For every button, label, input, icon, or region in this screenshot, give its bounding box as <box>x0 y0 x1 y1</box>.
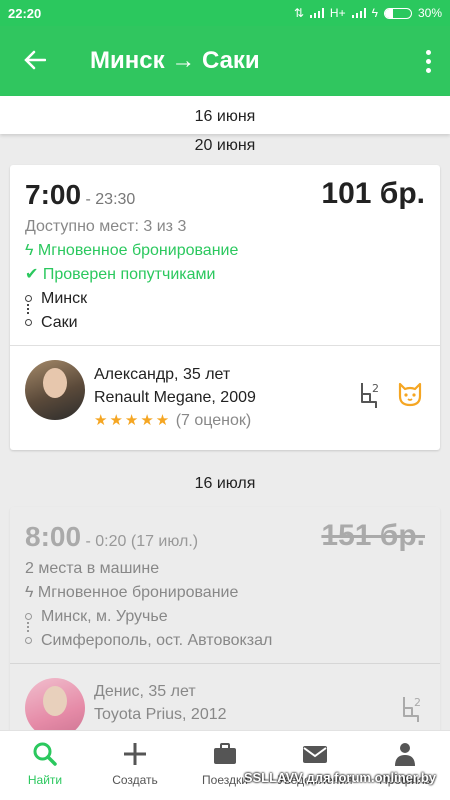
arrival-time: - 0:20 (17 июл.) <box>85 533 199 550</box>
status-bar: 22:20 ⇅ H+ ϟ 30% <box>0 0 450 26</box>
sticky-date-header: 16 июня <box>0 96 450 134</box>
data-arrows-icon: ⇅ <box>293 6 304 20</box>
person-icon <box>395 743 415 766</box>
departure-time: 7:00 <box>25 179 82 210</box>
svg-text:2: 2 <box>414 696 421 709</box>
battery-icon <box>383 7 412 19</box>
rating-stars: ★★★★★ <box>94 412 172 429</box>
seats-available: Доступно мест: 3 из 3 <box>25 218 187 235</box>
route-to-label: Симферополь, ост. Автовокзал <box>41 632 273 649</box>
route-to-label: Саки <box>41 314 78 331</box>
nav-profile[interactable]: Профиль <box>360 731 450 800</box>
section-date: 16 июля <box>194 475 256 492</box>
mail-icon <box>303 746 327 763</box>
nav-trips[interactable]: Поездки <box>180 731 270 800</box>
departure-time: 8:00 <box>25 521 82 552</box>
verified-label: Проверен попутчиками <box>42 266 216 283</box>
route-from-label: Минск <box>41 290 88 307</box>
nav-create-label: Создать <box>112 773 158 787</box>
overflow-menu-icon[interactable] <box>406 49 450 73</box>
watermark: SSLLAVV для forum.onliner.by <box>243 770 436 785</box>
instant-booking-label: Мгновенное бронирование <box>37 242 239 259</box>
trip-price: 151 бр. <box>321 519 425 552</box>
route-dot-icon <box>25 637 32 644</box>
nav-search[interactable]: Найти <box>0 731 90 800</box>
nav-search-label: Найти <box>27 773 63 787</box>
lightning-icon: ϟ <box>25 242 34 259</box>
app-bar: Минск → Саки <box>0 26 450 96</box>
route-from: Минск, м. Уручье <box>25 605 425 632</box>
svg-text:2: 2 <box>372 382 379 395</box>
search-icon <box>33 742 57 766</box>
bottom-navigation: Найти Создать Поездки Уведомления Профил… <box>0 730 450 800</box>
instant-booking-row: ϟ Мгновенное бронирование <box>25 239 425 263</box>
seats-info: 2 места в машине <box>25 560 160 577</box>
route-from-label: Минск, м. Уручье <box>41 608 168 625</box>
rating-count: (7 оценок) <box>175 412 252 429</box>
avatar <box>25 360 85 420</box>
nav-trips-label: Поездки <box>202 773 248 787</box>
instant-booking-label: Мгновенное бронирование <box>37 584 239 601</box>
status-time: 22:20 <box>8 5 42 21</box>
section-date: 20 июня <box>194 137 256 154</box>
route-to: Симферополь, ост. Автовокзал <box>25 629 425 653</box>
seat-icon: 2 <box>403 696 421 722</box>
plus-icon <box>124 743 146 765</box>
battery-percent: 30% <box>417 6 442 20</box>
signal-icon-2 <box>351 8 366 18</box>
network-type: H+ <box>329 6 346 20</box>
instant-booking-row: ϟ Мгновенное бронирование <box>25 581 425 605</box>
route-dot-icon <box>25 319 32 326</box>
back-arrow-icon[interactable] <box>0 47 70 75</box>
route-from: Минск <box>25 287 425 314</box>
nav-create[interactable]: Создать <box>90 731 180 800</box>
charging-icon: ϟ <box>371 6 378 20</box>
route-to: Саки <box>25 311 425 335</box>
driver-info[interactable]: Александр, 35 лет Renault Megane, 2009 ★… <box>10 346 440 438</box>
seat-icon: 2 <box>361 382 379 408</box>
driver-name: Денис, 35 лет <box>94 683 196 700</box>
pet-icon <box>398 382 422 407</box>
verified-row: ✔ Проверен попутчиками <box>25 263 425 287</box>
trip-card[interactable]: 7:00 - 23:30 101 бр. Доступно мест: 3 из… <box>10 165 440 450</box>
avatar <box>25 678 85 738</box>
trip-price: 101 бр. <box>321 177 425 210</box>
page-title: Минск → Саки <box>90 47 260 74</box>
driver-car: Toyota Prius, 2012 <box>94 706 227 723</box>
trip-card[interactable]: 8:00 - 0:20 (17 июл.) 151 бр. 2 места в … <box>10 507 440 747</box>
check-icon: ✔ <box>25 266 39 283</box>
arrival-time: - 23:30 <box>85 191 136 208</box>
route-dot-icon <box>25 295 32 302</box>
signal-icon <box>309 8 324 18</box>
briefcase-icon <box>214 743 236 764</box>
route-dot-icon <box>25 613 32 620</box>
lightning-icon: ϟ <box>25 584 34 601</box>
nav-notifications[interactable]: Уведомления <box>270 731 360 800</box>
